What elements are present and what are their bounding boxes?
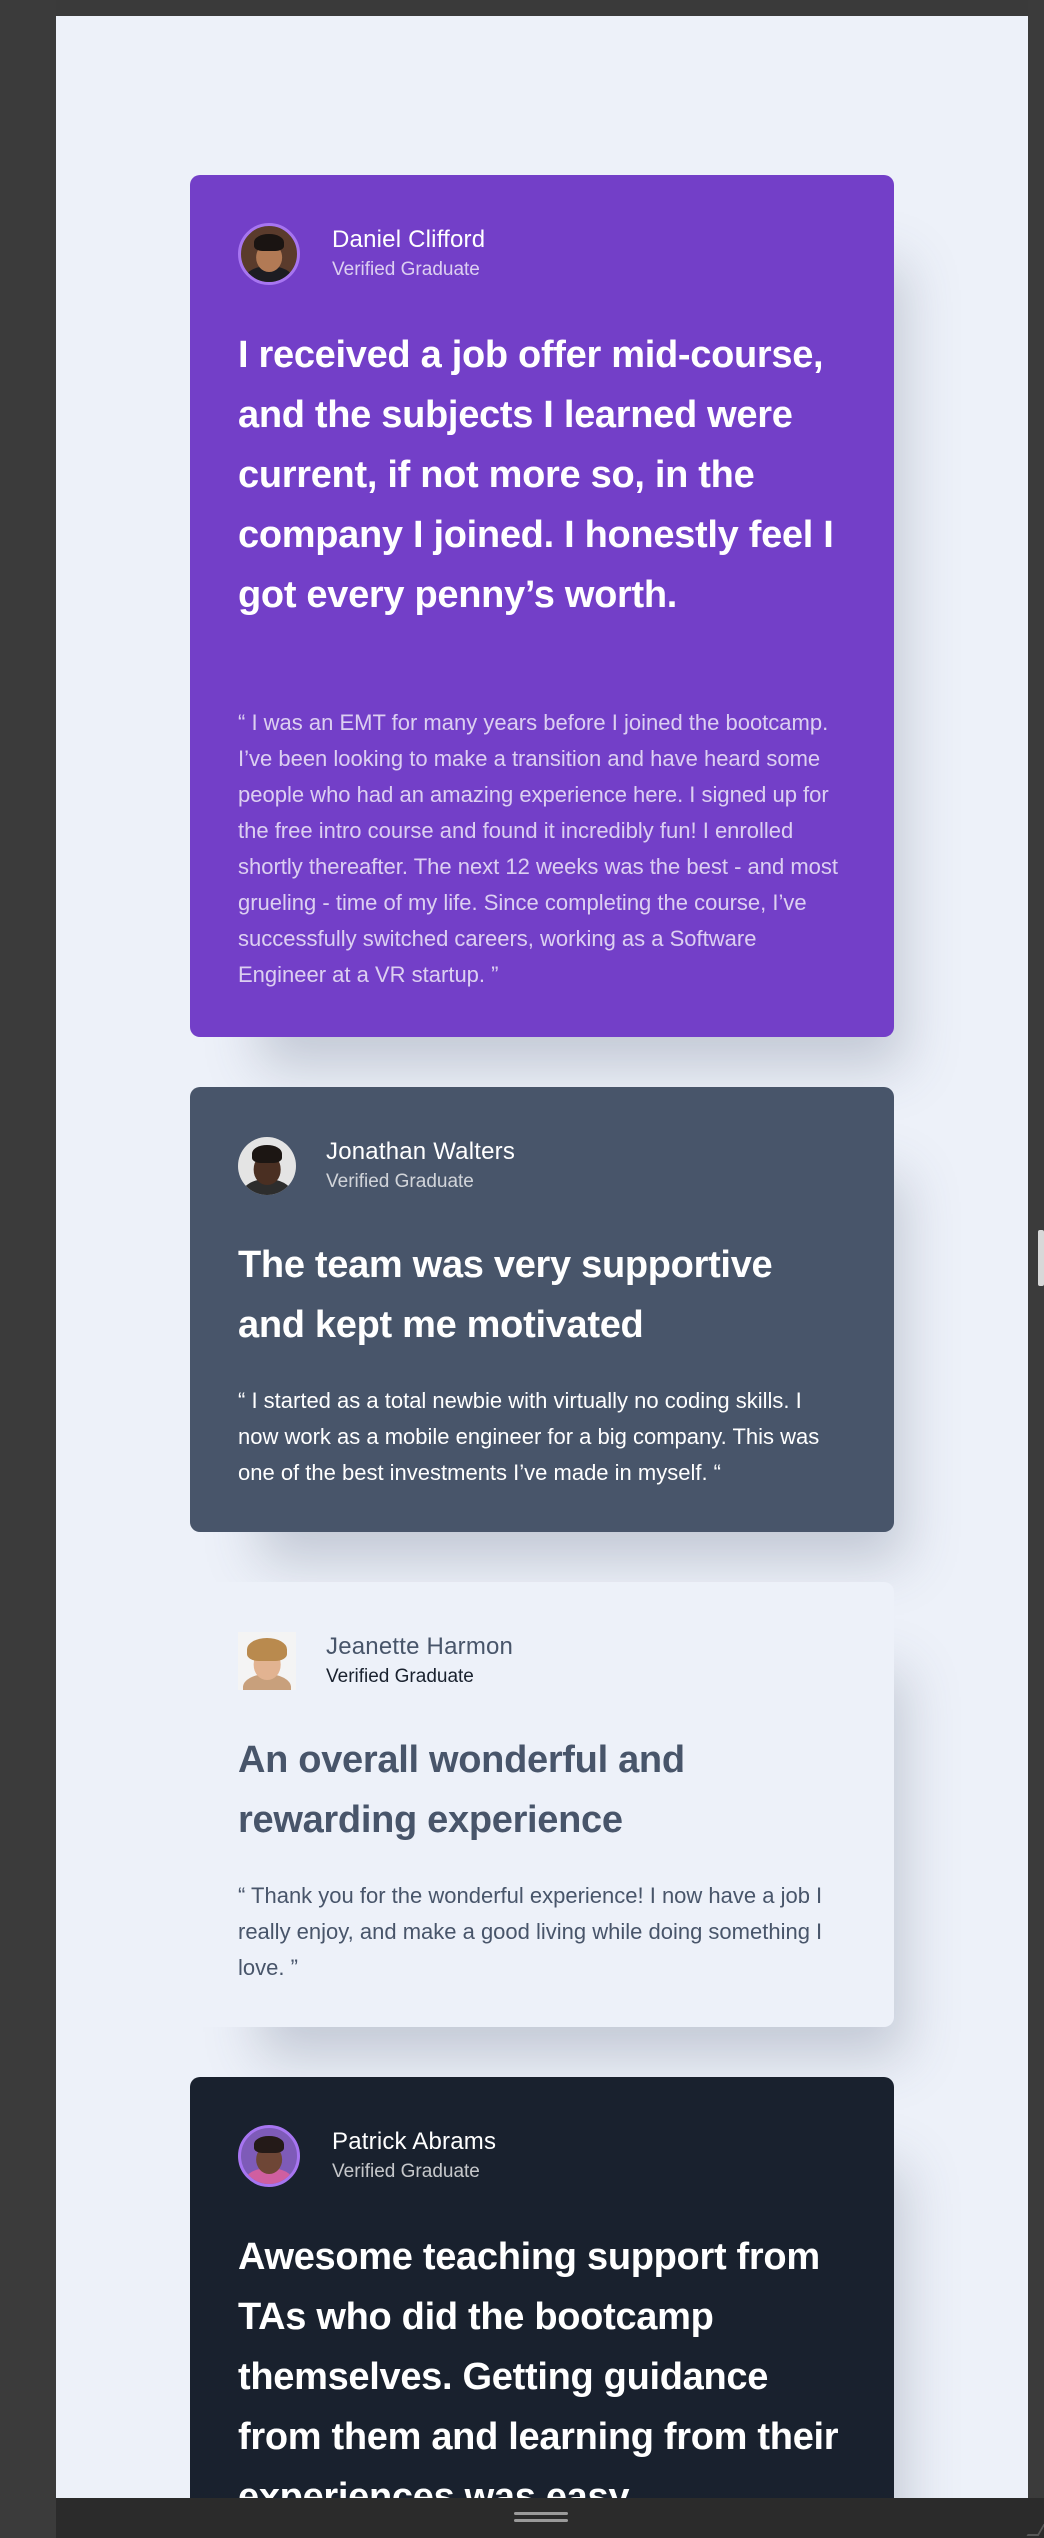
resize-grip-icon[interactable] (1026, 2524, 1044, 2536)
testimonial-card-jonathan: Jonathan Walters Verified Graduate The t… (190, 1087, 894, 1532)
author-name: Daniel Clifford (332, 226, 486, 253)
author-name: Jonathan Walters (326, 1138, 516, 1165)
testimonial-headline: Awesome teaching support from TAs who di… (238, 2236, 839, 2498)
left-gutter (0, 0, 56, 2538)
testimonial-headline: I received a job offer mid-course, and t… (238, 334, 834, 616)
drag-handle-icon[interactable] (514, 2512, 568, 2524)
author-block: Jonathan Walters Verified Graduate (238, 1135, 846, 1197)
testimonial-quote: “ I was an EMT for many years before I j… (238, 710, 839, 987)
author-role: Verified Graduate (332, 259, 480, 280)
testimonial-headline: The team was very supportive and kept me… (238, 1244, 773, 1346)
author-block: Patrick Abrams Verified Graduate (238, 2125, 846, 2187)
testimonial-card-jeanette: Jeanette Harmon Verified Graduate An ove… (190, 1582, 894, 2027)
bottom-bar (56, 2498, 1044, 2538)
page-viewport: Daniel Clifford Verified Graduate I rece… (56, 16, 1028, 2498)
app-frame: Daniel Clifford Verified Graduate I rece… (0, 0, 1044, 2538)
author-role: Verified Graduate (326, 1666, 474, 1687)
avatar-image (238, 223, 300, 285)
author-block: Daniel Clifford Verified Graduate (238, 223, 846, 285)
author-block: Jeanette Harmon Verified Graduate (238, 1630, 846, 1692)
testimonial-quote: “ Thank you for the wonderful experience… (238, 1883, 823, 1980)
avatar-image (238, 1137, 296, 1195)
author-role: Verified Graduate (326, 1171, 474, 1192)
testimonial-card-daniel: Daniel Clifford Verified Graduate I rece… (190, 175, 894, 1037)
avatar-image (238, 1632, 296, 1690)
window-top-bar (0, 0, 1044, 16)
scrollbar-thumb[interactable] (1038, 1230, 1044, 1286)
testimonial-headline: An overall wonderful and rewarding exper… (238, 1739, 685, 1841)
author-name: Patrick Abrams (332, 2128, 497, 2155)
testimonial-quote: “ I started as a total newbie with virtu… (238, 1388, 820, 1485)
testimonial-card-patrick: Patrick Abrams Verified Graduate Awesome… (190, 2077, 894, 2498)
author-name: Jeanette Harmon (326, 1633, 514, 1660)
avatar-image (238, 2125, 300, 2187)
author-role: Verified Graduate (332, 2161, 480, 2182)
